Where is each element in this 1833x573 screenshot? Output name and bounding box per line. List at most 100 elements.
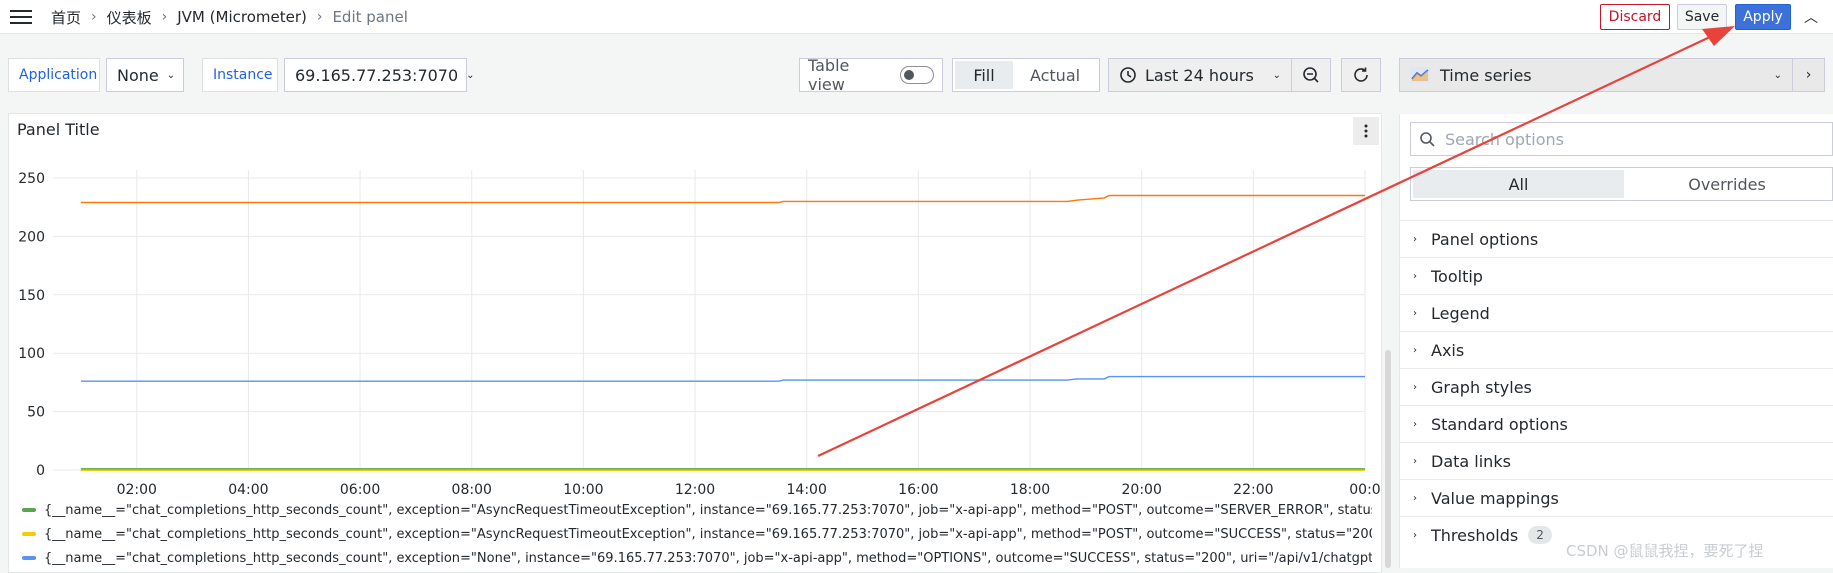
chevron-right-icon: ›: [91, 9, 97, 25]
search-icon: [1420, 132, 1435, 147]
x-tick-label: 18:00: [1010, 482, 1050, 498]
chevron-down-icon: ⌄: [166, 69, 176, 81]
legend-label: {__name__="chat_completions_http_seconds…: [44, 502, 1372, 518]
watermark: CSDN @鼠鼠我捏，要死了捏: [1566, 542, 1764, 560]
series-line: [80, 194, 1365, 204]
section-label: Axis: [1431, 340, 1465, 360]
tab-all[interactable]: All: [1413, 170, 1624, 198]
time-range-label: Last 24 hours: [1145, 65, 1254, 85]
option-section-panel-options[interactable]: › Panel options: [1399, 220, 1833, 257]
variable-label-application: Application: [8, 58, 100, 92]
scrollbar[interactable]: [1385, 350, 1391, 568]
refresh-icon: [1354, 67, 1368, 82]
x-tick-label: 16:00: [898, 482, 938, 498]
refresh-button[interactable]: [1341, 58, 1381, 92]
breadcrumb: 首页 › 仪表板 › JVM (Micrometer) › Edit panel: [51, 6, 408, 28]
chevron-right-icon: ›: [1413, 233, 1417, 245]
x-tick-label: 20:00: [1122, 482, 1162, 498]
option-section-data-links[interactable]: › Data links: [1399, 442, 1833, 479]
search-input[interactable]: [1443, 128, 1823, 150]
table-view-toggle[interactable]: Table view: [799, 56, 943, 94]
breadcrumb-dashboards[interactable]: 仪表板: [107, 7, 152, 28]
series-line: [80, 375, 1365, 382]
option-section-graph-styles[interactable]: › Graph styles: [1399, 368, 1833, 405]
variable-select-application[interactable]: None ⌄: [106, 58, 184, 92]
tab-overrides[interactable]: Overrides: [1624, 170, 1830, 198]
apply-button[interactable]: Apply: [1735, 4, 1791, 30]
chevron-down-icon: ⌄: [1773, 69, 1782, 81]
variable-select-instance[interactable]: 69.165.77.253:7070 ⌄: [284, 58, 475, 92]
variable-value: 69.165.77.253:7070: [295, 65, 459, 85]
actual-option[interactable]: Actual: [1013, 61, 1097, 89]
legend-swatch: [22, 508, 36, 512]
zoom-out-button[interactable]: [1291, 58, 1331, 92]
x-tick-label: 04:00: [228, 482, 268, 498]
chevron-right-icon: ›: [316, 9, 323, 25]
chevron-right-icon: ›: [161, 9, 168, 25]
x-tick-label: 06:00: [340, 482, 380, 498]
x-tick-label: 00:0: [1349, 482, 1380, 498]
x-tick-label: 02:00: [117, 482, 157, 498]
legend-item[interactable]: {__name__="chat_completions_http_seconds…: [22, 548, 1372, 568]
legend-label: {__name__="chat_completions_http_seconds…: [44, 526, 1372, 542]
time-range-picker[interactable]: Last 24 hours ⌄: [1108, 58, 1292, 92]
more-vertical-icon[interactable]: [1353, 117, 1379, 145]
y-tick-label: 200: [18, 229, 45, 245]
legend-label: {__name__="chat_completions_http_seconds…: [44, 550, 1372, 566]
section-label: Legend: [1431, 303, 1490, 323]
option-section-tooltip[interactable]: › Tooltip: [1399, 257, 1833, 294]
chevron-right-icon: ›: [1413, 307, 1417, 319]
toggle-switch[interactable]: [900, 66, 934, 84]
section-label: Panel options: [1431, 229, 1539, 249]
legend-item[interactable]: {__name__="chat_completions_http_seconds…: [22, 500, 1372, 520]
y-axis: 0 50 100 150 200 250: [18, 171, 45, 479]
x-tick-label: 14:00: [787, 482, 827, 498]
chevron-right-icon: ›: [1413, 418, 1417, 430]
option-section-value-mappings[interactable]: › Value mappings: [1399, 479, 1833, 516]
variable-value: None: [117, 65, 159, 85]
breadcrumb-dashboard[interactable]: JVM (Micrometer): [177, 8, 307, 26]
chart-grid: [53, 170, 1366, 471]
x-tick-label: 12:00: [675, 482, 715, 498]
clock-icon: [1120, 67, 1136, 83]
x-tick-label: 22:00: [1233, 482, 1273, 498]
legend-item[interactable]: {__name__="chat_completions_http_seconds…: [22, 524, 1372, 544]
breadcrumb-home[interactable]: 首页: [51, 7, 81, 28]
section-label: Thresholds: [1431, 525, 1519, 545]
chevron-right-icon: ›: [1413, 455, 1417, 467]
y-tick-label: 0: [36, 463, 45, 479]
chevron-right-icon: ›: [1413, 529, 1417, 541]
visualization-picker[interactable]: Time series ⌄: [1399, 58, 1793, 92]
discard-button[interactable]: Discard: [1600, 4, 1670, 30]
save-button[interactable]: Save: [1677, 4, 1727, 30]
chevron-right-icon: ›: [1413, 344, 1417, 356]
x-tick-label: 08:00: [452, 482, 492, 498]
table-view-label: Table view: [808, 56, 850, 94]
chevron-down-icon: ⌄: [466, 69, 475, 81]
time-series-icon: [1410, 67, 1430, 83]
option-section-standard-options[interactable]: › Standard options: [1399, 405, 1833, 442]
chevron-right-icon: ›: [1413, 270, 1417, 282]
panel-title: Panel Title: [17, 120, 100, 139]
chevron-right-icon[interactable]: ›: [1792, 58, 1825, 92]
chevron-up-icon[interactable]: ︿: [1800, 6, 1822, 28]
options-search[interactable]: [1410, 122, 1833, 156]
fill-actual-switch: Fill Actual: [952, 58, 1100, 92]
time-series-chart[interactable]: 0 50 100 150 200 250 02:00 04:00 06:00 08:00 10:0…: [8, 150, 1382, 500]
y-tick-label: 150: [18, 288, 45, 304]
x-axis: 02:00 04:00 06:00 08:00 10:00 12:00 14:00 16:00…: [117, 482, 1381, 498]
menu-icon[interactable]: [8, 6, 34, 28]
legend-swatch: [22, 532, 36, 536]
section-label: Value mappings: [1431, 488, 1559, 508]
y-tick-label: 100: [18, 346, 45, 362]
option-section-legend[interactable]: › Legend: [1399, 294, 1833, 331]
fill-option[interactable]: Fill: [955, 61, 1013, 89]
variable-label-instance: Instance: [202, 58, 278, 92]
thresholds-count-badge: 2: [1528, 526, 1552, 544]
zoom-out-icon: [1303, 67, 1319, 83]
option-section-axis[interactable]: › Axis: [1399, 331, 1833, 368]
x-tick-label: 10:00: [563, 482, 603, 498]
breadcrumb-current: Edit panel: [332, 8, 408, 26]
chevron-right-icon: ›: [1413, 381, 1417, 393]
options-tabs: All Overrides: [1410, 167, 1833, 201]
